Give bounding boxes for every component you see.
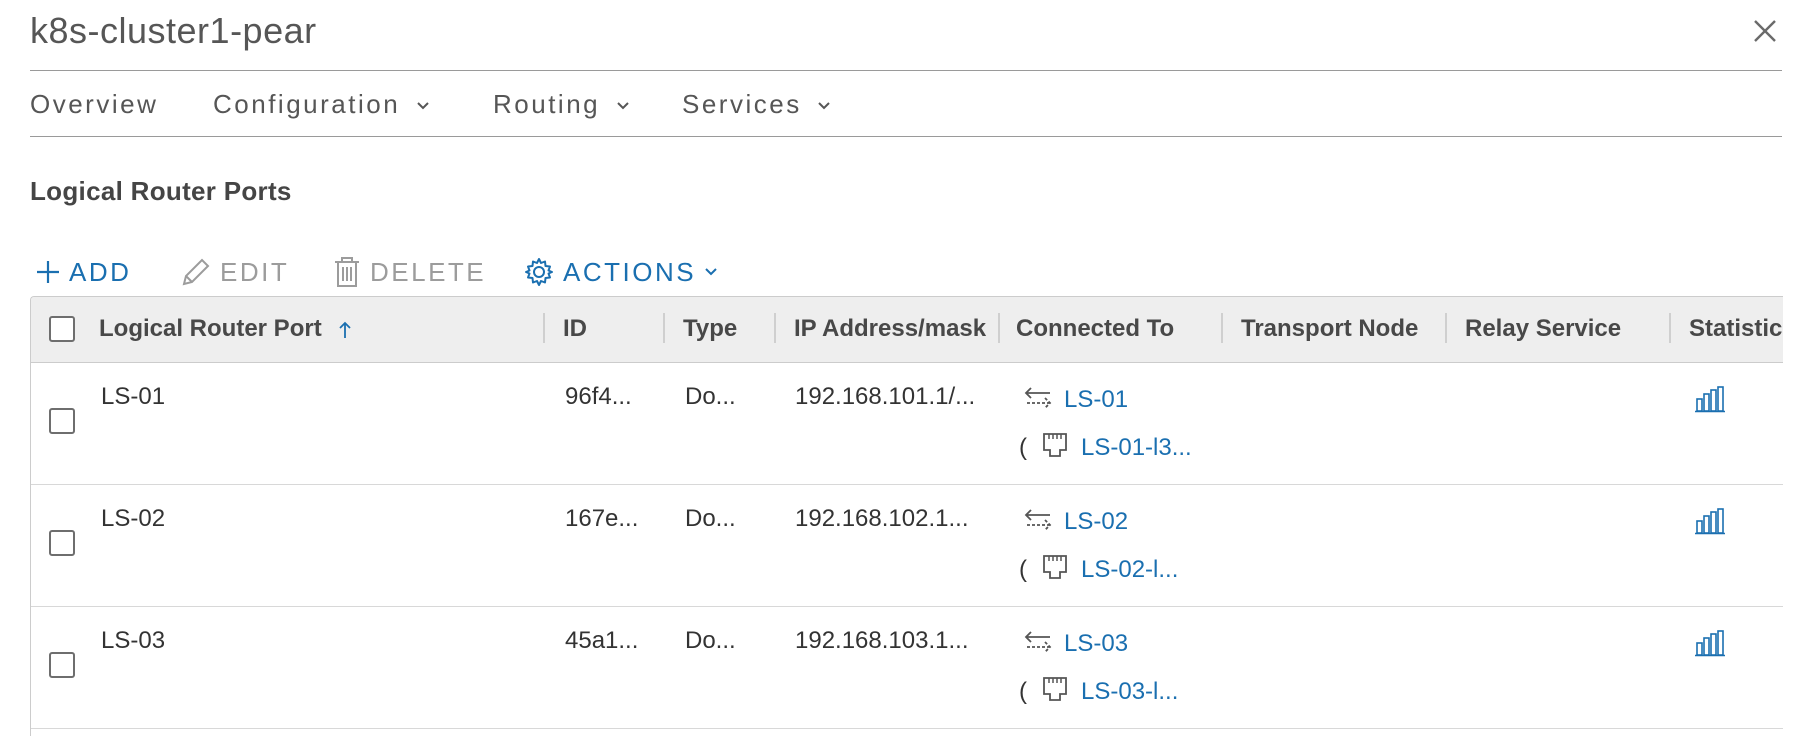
column-header-ip-address[interactable]: IP Address/mask (794, 315, 986, 343)
type-cell: Do... (685, 505, 736, 532)
column-header-type[interactable]: Type (683, 315, 737, 343)
connected-port-paren: ( (1019, 556, 1027, 583)
actions-label: ACTIONS (563, 256, 697, 287)
type-cell: Do... (685, 627, 736, 654)
table-row[interactable]: LS-02 167e... Do... 192.168.102.1... LS-… (31, 485, 1783, 607)
connected-switch-link[interactable]: LS-03 (1064, 630, 1128, 658)
close-button[interactable] (1748, 14, 1782, 48)
delete-button[interactable]: DELETE (332, 255, 486, 289)
chevron-down-icon (818, 102, 831, 110)
tab-services-label: Services (682, 89, 802, 119)
row-checkbox[interactable] (49, 530, 75, 556)
column-header-logical-router-port[interactable]: Logical Router Port (99, 315, 352, 343)
tab-routing[interactable]: Routing (493, 89, 630, 120)
connected-port-link[interactable]: LS-02-l... (1081, 556, 1178, 584)
tab-configuration-label: Configuration (213, 89, 401, 119)
add-button[interactable]: ADD (35, 255, 131, 289)
connected-port-link[interactable]: LS-01-l3... (1081, 434, 1192, 462)
action-toolbar: ADD EDIT DELETE ACTIONS (30, 255, 790, 289)
plus-icon (37, 261, 59, 283)
column-label: Logical Router Port (99, 315, 322, 342)
close-icon (1754, 20, 1776, 42)
port-icon (1043, 677, 1067, 701)
column-header-relay-service[interactable]: Relay Service (1465, 315, 1621, 343)
chevron-down-icon (705, 268, 717, 276)
bar-chart-icon[interactable] (1694, 507, 1726, 535)
tab-overview-label: Overview (30, 89, 159, 119)
table-row[interactable]: LS-03 45a1... Do... 192.168.103.1... LS-… (31, 607, 1783, 729)
ip-address-cell: 192.168.101.1/... (795, 383, 976, 410)
column-header-id[interactable]: ID (563, 315, 587, 343)
logical-router-ports-table: Logical Router Port ID Type IP Address/m… (30, 296, 1783, 736)
table-header: Logical Router Port ID Type IP Address/m… (31, 297, 1783, 363)
tab-services[interactable]: Services (682, 89, 831, 120)
id-cell: 45a1... (565, 627, 639, 654)
switch-arrows-icon (1024, 631, 1052, 653)
tab-bar: Overview Configuration Routing Services (30, 71, 1782, 137)
switch-arrows-icon (1024, 509, 1052, 531)
port-icon (1043, 555, 1067, 579)
column-resize-handle[interactable] (998, 313, 1000, 343)
column-header-statistics[interactable]: Statistic (1689, 315, 1782, 343)
column-resize-handle[interactable] (543, 313, 545, 343)
tab-configuration[interactable]: Configuration (213, 89, 430, 120)
id-cell: 96f4... (565, 383, 632, 410)
dialog-header: k8s-cluster1-pear (30, 0, 1782, 71)
table-row[interactable]: LS-01 96f4... Do... 192.168.101.1/... LS… (31, 363, 1783, 485)
gear-icon (525, 258, 553, 286)
edit-label: EDIT (220, 256, 290, 287)
column-resize-handle[interactable] (1221, 313, 1223, 343)
connected-port-link[interactable]: LS-03-l... (1081, 678, 1178, 706)
column-header-transport-node[interactable]: Transport Node (1241, 315, 1418, 343)
bar-chart-icon[interactable] (1694, 629, 1726, 657)
trash-icon (335, 257, 359, 287)
pencil-icon (182, 258, 210, 286)
actions-button[interactable]: ACTIONS (523, 255, 718, 289)
tab-overview[interactable]: Overview (30, 89, 158, 120)
chevron-down-icon (617, 102, 629, 110)
port-name-cell: LS-01 (101, 383, 166, 410)
row-checkbox[interactable] (49, 408, 75, 434)
dialog-title: k8s-cluster1-pear (30, 10, 317, 51)
connected-switch-link[interactable]: LS-02 (1064, 508, 1128, 536)
switch-arrows-icon (1024, 387, 1052, 409)
connected-port-paren: ( (1019, 434, 1027, 461)
column-resize-handle[interactable] (1669, 313, 1671, 343)
delete-label: DELETE (370, 256, 487, 287)
port-icon (1043, 433, 1067, 457)
ip-address-cell: 192.168.103.1... (795, 627, 969, 654)
type-cell: Do... (685, 383, 736, 410)
section-title: Logical Router Ports (30, 176, 292, 206)
port-name-cell: LS-02 (101, 505, 166, 532)
ip-address-cell: 192.168.102.1... (795, 505, 969, 532)
column-header-connected-to[interactable]: Connected To (1016, 315, 1174, 343)
column-resize-handle[interactable] (774, 313, 776, 343)
bar-chart-icon[interactable] (1694, 385, 1726, 413)
port-name-cell: LS-03 (101, 627, 166, 654)
row-checkbox[interactable] (49, 652, 75, 678)
connected-switch-link[interactable]: LS-01 (1064, 386, 1128, 414)
tab-routing-label: Routing (493, 89, 601, 119)
edit-button[interactable]: EDIT (180, 255, 289, 289)
column-resize-handle[interactable] (663, 313, 665, 343)
connected-port-paren: ( (1019, 678, 1027, 705)
add-label: ADD (69, 256, 132, 287)
select-all-checkbox[interactable] (49, 316, 75, 342)
chevron-down-icon (417, 102, 429, 110)
id-cell: 167e... (565, 505, 639, 532)
sort-ascending-icon (339, 321, 351, 338)
column-resize-handle[interactable] (1445, 313, 1447, 343)
